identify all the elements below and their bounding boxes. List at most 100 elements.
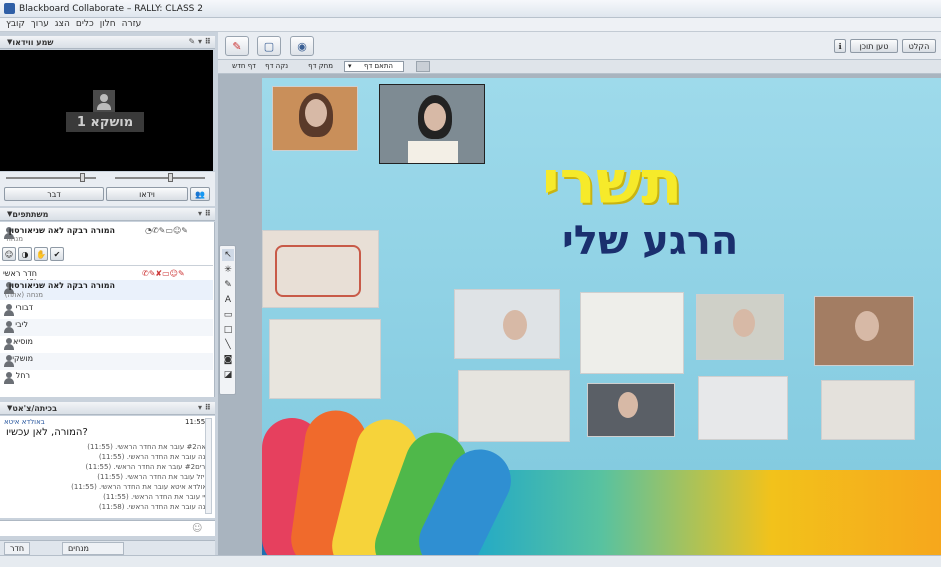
mic-volume-slider[interactable] — [115, 177, 205, 179]
user-name: מושקי — [12, 354, 33, 363]
talk-button[interactable]: דבר — [4, 187, 104, 201]
student-photo[interactable] — [454, 289, 560, 359]
student-photo-selected[interactable] — [379, 84, 485, 164]
student-photo[interactable] — [814, 296, 914, 366]
bottom-tabs: חדר מנחים — [0, 540, 215, 555]
chat-input[interactable]: ☺ — [0, 520, 215, 536]
whiteboard-icon[interactable]: ✎ — [225, 36, 249, 56]
pointer-tool-icon[interactable]: ✳ — [222, 264, 234, 276]
menu-tools[interactable]: כלים — [76, 19, 94, 29]
student-drawing[interactable] — [580, 292, 684, 374]
student-drawing[interactable] — [262, 230, 379, 308]
video-button[interactable]: וידאו — [106, 187, 188, 201]
chat-time: 11:55 — [185, 418, 206, 426]
student-photo[interactable] — [696, 294, 784, 360]
status-icons: ✎☺▭✎✆◔ — [145, 226, 188, 235]
speaker-volume-knob[interactable] — [80, 173, 85, 182]
emoticon-icon[interactable]: ☺ — [2, 247, 16, 261]
window-title: Blackboard Collaborate – RALLY: CLASS 2 — [19, 3, 203, 14]
chat-line: חנה עובר את החדר הראשי. (11:58) — [98, 503, 210, 511]
fit-page-select[interactable]: התאם דף ▾ — [344, 61, 404, 72]
chat-scrollbar[interactable] — [205, 418, 212, 514]
content-toolbar: ✎ ▢ ◉ ℹ טען תוכן הקלט — [218, 32, 941, 60]
student-photo[interactable] — [587, 383, 675, 437]
new-page-button[interactable]: דף חדש — [232, 62, 256, 70]
menu-view[interactable]: הצג — [55, 19, 70, 29]
panel-menu-icon[interactable]: ✎ ▾ ⠿ — [188, 37, 211, 46]
chevron-down-icon: ▾ — [348, 62, 352, 70]
participant-row-self[interactable]: המורה רבקה לאה שניאורסון מנחה (אתה) — [0, 280, 213, 300]
user-name: מוסיא — [13, 337, 33, 346]
video-caption: מושקא 1 — [66, 112, 144, 132]
video-display: מושקא 1 — [0, 50, 213, 171]
user-name: דבורי — [15, 303, 33, 312]
select-tool-icon[interactable]: ↖ — [222, 249, 234, 261]
list-item[interactable]: מושקי — [0, 353, 213, 370]
menu-window[interactable]: חלון — [100, 19, 116, 29]
web-tour-icon[interactable]: ◉ — [290, 36, 314, 56]
hand-raise-icon[interactable]: ✋ — [34, 247, 48, 261]
panel-menu-icon[interactable]: ▾ ⠿ — [198, 209, 211, 218]
participant-name: המורה רבקה לאה שניאורסון — [8, 226, 115, 235]
panel-menu-icon[interactable]: ▾ ⠿ — [198, 403, 211, 412]
tab-moderators[interactable]: מנחים — [62, 542, 124, 555]
slide: תשרי הרגע שלי — [262, 78, 941, 556]
student-drawing[interactable] — [269, 319, 381, 399]
list-item[interactable]: ליבי — [0, 319, 213, 336]
chat-sender: באולדא איטא — [4, 418, 45, 426]
audio-video-header: ▼ שמע ווידאו ✎ ▾ ⠿ — [0, 36, 215, 49]
title-bar: Blackboard Collaborate – RALLY: CLASS 2 — [0, 0, 941, 18]
menu-edit[interactable]: ערוך — [31, 19, 49, 29]
info-icon[interactable]: ℹ — [834, 39, 846, 53]
clear-page-button[interactable]: נקה דף — [265, 62, 288, 70]
participant-role: מנחה — [6, 235, 23, 243]
list-item[interactable]: דבורי — [0, 302, 213, 319]
list-item[interactable]: מוסיא — [0, 336, 213, 353]
text-tool-icon[interactable]: A — [222, 294, 234, 306]
volume-row — [0, 172, 215, 184]
student-drawing[interactable] — [821, 380, 915, 440]
menu-help[interactable]: עזרה — [122, 19, 142, 29]
shape-tool-icon[interactable]: ▭ — [222, 309, 234, 321]
drawing-tools: ↖ ✳ ✎ A ▭ □ ╲ ◙ ◪ — [219, 245, 236, 395]
erase-page-button[interactable]: מחק דף — [308, 62, 333, 70]
line-tool-icon[interactable]: ╲ — [222, 339, 234, 351]
student-drawing[interactable] — [698, 376, 788, 440]
tab-room[interactable]: חדר — [4, 542, 31, 555]
status-bar — [0, 555, 941, 567]
student-drawing[interactable] — [458, 370, 570, 442]
menu-file[interactable]: קובץ — [6, 19, 25, 29]
chat-line: מרים#2 עובר את החדר הראשי. (11:55) — [85, 463, 210, 471]
check-icon[interactable]: ✔ — [50, 247, 64, 261]
screenshot-tool-icon[interactable]: ◙ — [222, 354, 234, 366]
participant-name: המורה רבקה לאה שניאורסון — [8, 281, 115, 290]
fullscreen-icon[interactable] — [416, 61, 430, 72]
app-icon — [4, 3, 15, 14]
mic-volume-knob[interactable] — [168, 173, 173, 182]
talk-row: דבר וידאו 👥 — [0, 184, 215, 206]
list-item[interactable]: רחל — [0, 370, 213, 387]
pen-tool-icon[interactable]: ✎ — [222, 279, 234, 291]
user-placeholder-icon — [93, 90, 115, 112]
participant-row[interactable]: המורה רבקה לאה שניאורסון מנחה ✎☺▭✎✆◔ — [0, 225, 213, 243]
clip-art-icon[interactable]: ◪ — [222, 369, 234, 381]
emoticon-icon[interactable]: ☺ — [192, 523, 202, 534]
page-toolbar: דף חדש נקה דף מחק דף התאם דף ▾ — [218, 60, 941, 74]
person-icon — [4, 304, 14, 316]
room-icons: ✎☺▭✘✎✆ — [142, 269, 185, 278]
app-share-icon[interactable]: ▢ — [257, 36, 281, 56]
status-buttons: ☺ ◑ ✋ ✔ — [2, 247, 77, 263]
away-icon[interactable]: ◑ — [18, 247, 32, 261]
chat-messages: 11:55 באולדא איטא ?המורה, לאן עכשיו לאה#… — [0, 416, 215, 518]
load-content-button[interactable]: טען תוכן — [850, 39, 898, 53]
person-icon — [4, 321, 14, 333]
user-name: רחל — [15, 371, 30, 380]
participants-list: המורה רבקה לאה שניאורסון מנחה ✎☺▭✎✆◔ ☺ ◑… — [0, 222, 215, 397]
chat-line: חיי עובר את החדר הראשי. (11:55) — [103, 493, 210, 501]
participants-header: ▼ משתתפים ▾ ⠿ — [0, 208, 215, 221]
record-button[interactable]: הקלט — [902, 39, 936, 53]
rectangle-tool-icon[interactable]: □ — [222, 324, 234, 336]
chat-line: חנה עובר את החדר הראשי. (11:55) — [98, 453, 210, 461]
student-photo[interactable] — [272, 86, 358, 151]
video-preview-icon[interactable]: 👥 — [190, 187, 210, 201]
